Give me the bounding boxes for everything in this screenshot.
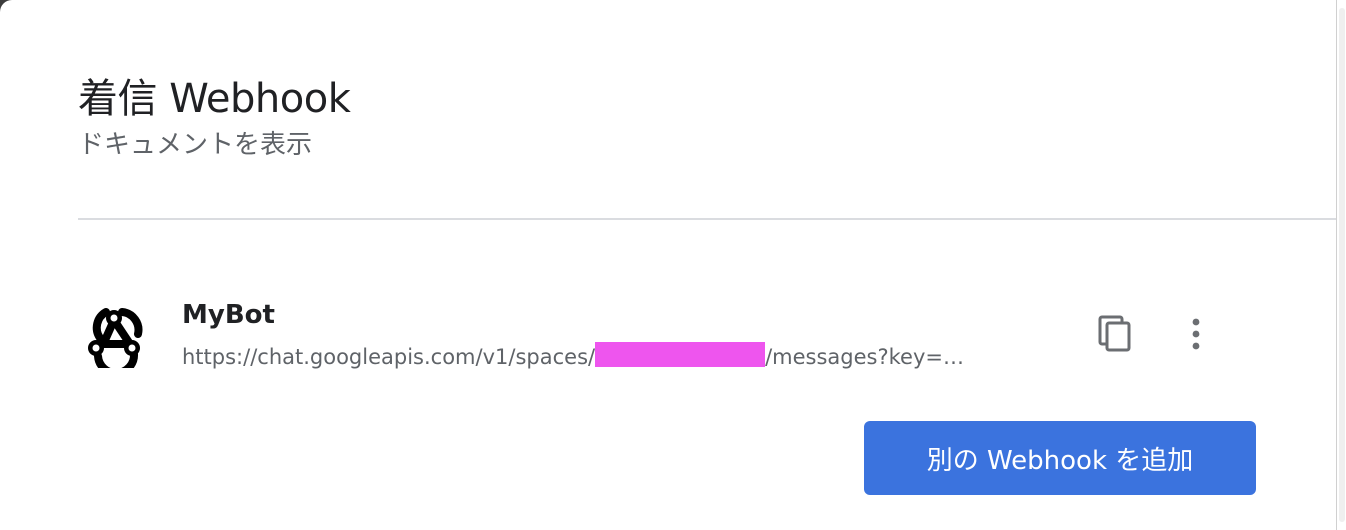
webhook-url-suffix: /messages?key=…: [765, 345, 964, 369]
webhook-name: MyBot: [182, 300, 275, 330]
view-documentation-link[interactable]: ドキュメントを表示: [78, 124, 312, 161]
redacted-space-id: [595, 342, 766, 367]
scrollbar[interactable]: [1336, 0, 1346, 530]
scrollbar-thumb[interactable]: [1339, 8, 1345, 522]
dialog-title: 着信 Webhook: [78, 76, 351, 122]
copy-icon[interactable]: [1092, 311, 1138, 357]
webhook-url-prefix: https://chat.googleapis.com/v1/spaces/: [182, 345, 596, 369]
more-vert-icon[interactable]: [1176, 311, 1216, 357]
divider: [78, 218, 1336, 220]
incoming-webhooks-dialog: 着信 Webhook ドキュメントを表示 MyBot https://chat.…: [0, 0, 1336, 530]
add-webhook-button[interactable]: 別の Webhook を追加: [864, 421, 1256, 495]
webhook-url: https://chat.googleapis.com/v1/spaces/ /m…: [182, 342, 964, 369]
webhook-icon: [88, 308, 143, 368]
